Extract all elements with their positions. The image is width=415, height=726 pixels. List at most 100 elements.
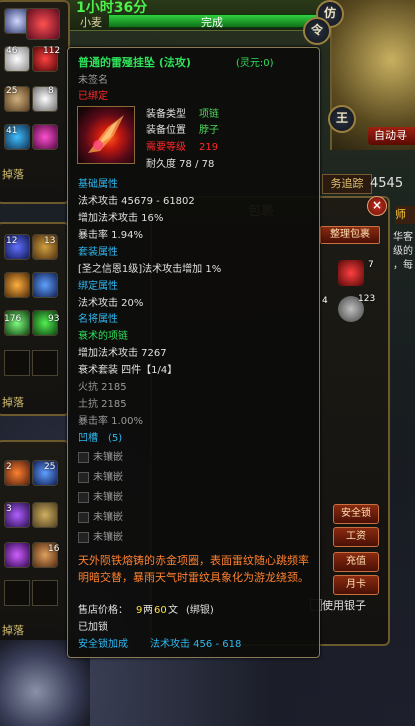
equip-pos-label: 装备位置 (146, 125, 186, 136)
price-unit-wen: 文 (168, 605, 178, 616)
set-attr-header: 套装属性 (78, 247, 118, 258)
salary-button[interactable]: 工资 (333, 527, 379, 547)
item-count: 46 (6, 46, 18, 56)
minimap-button-2[interactable]: 令 (303, 17, 331, 45)
groove-slot-icon (78, 452, 89, 463)
item-count: 25 (44, 462, 56, 472)
bind-attr: 法术攻击 20% (78, 298, 144, 309)
quest-tracker[interactable]: 1小时36分 小麦 完成 (70, 0, 330, 31)
famous-attr: 暴击率 1.00% (78, 416, 143, 427)
bag-close-button[interactable]: × (367, 196, 387, 216)
quest-name: 小麦 (80, 16, 102, 29)
base-attr: 法术攻击 45679 - 61802 (78, 196, 195, 207)
groove-header: 凹槽 (78, 433, 98, 444)
item-count: 93 (48, 314, 60, 324)
price-unit-liang: 两 (143, 605, 153, 616)
item-slot[interactable] (4, 272, 30, 298)
item-icon (77, 106, 135, 164)
drop-label: 掉落 (2, 168, 24, 181)
item-count: 13 (44, 236, 56, 246)
item-slot[interactable] (26, 8, 60, 40)
item-count: 16 (48, 544, 60, 554)
quest-progress-bar: 完成 (108, 14, 330, 29)
use-silver-label: 使用银子 (322, 599, 366, 612)
item-count: 176 (4, 314, 22, 324)
unsigned-label: 未签名 (78, 75, 108, 86)
groove-slot-icon (78, 472, 89, 483)
trace-tab[interactable]: 务追踪 (322, 174, 372, 194)
item-slot[interactable] (4, 580, 30, 606)
locked-label: 已加锁 (78, 622, 108, 633)
groove-slot: 未镶嵌 (93, 532, 123, 543)
item-slot[interactable] (32, 580, 58, 606)
item-slot[interactable] (32, 86, 58, 112)
item-description: 天外陨铁熔铸的赤金项圈，表面雷纹随心跳频率明暗交替，暴雨天气时雷纹具象化为游龙绕… (78, 554, 309, 584)
base-attr: 增加法术攻击 16% (78, 213, 164, 224)
safety-lock-button[interactable]: 安全锁 (333, 504, 379, 524)
groove-slot-icon (78, 532, 89, 543)
item-slot[interactable] (4, 542, 30, 568)
item-count: 7 (368, 260, 374, 270)
right-side-text: 级的 (393, 246, 413, 257)
coordinate-number: 4545 (370, 176, 404, 191)
item-slot[interactable] (32, 350, 58, 376)
groove-slot: 未镶嵌 (93, 452, 123, 463)
price-bind: (绑银) (186, 605, 214, 616)
item-title: 普通的雷殛挂坠 (法攻) (78, 56, 191, 69)
base-attr: 暴击率 1.94% (78, 230, 143, 241)
equip-type-label: 装备类型 (146, 109, 186, 120)
item-slot[interactable] (32, 502, 58, 528)
price-liang: 9 (136, 605, 143, 616)
quest-status: 完成 (201, 16, 223, 29)
right-tab[interactable]: 师 (395, 206, 415, 224)
bound-label: 已绑定 (78, 91, 108, 102)
famous-attr: 火抗 2185 (78, 382, 127, 393)
equip-pos-value: 脖子 (199, 125, 219, 136)
item-slot[interactable] (4, 350, 30, 376)
required-level-label: 需要等级 (146, 142, 186, 153)
set-attr: [圣之信恩1级]法术攻击增加 1% (78, 264, 222, 275)
groove-slot: 未镶嵌 (93, 512, 123, 523)
item-count: 2 (6, 462, 12, 472)
safety-lock-bonus-label: 安全锁加成 (78, 639, 128, 650)
item-slot[interactable] (32, 272, 58, 298)
price-label: 售店价格： (78, 605, 128, 616)
drop-label: 掉落 (2, 396, 24, 409)
item-slot[interactable] (32, 124, 58, 150)
item-spirit: (灵元:0) (236, 58, 274, 69)
equip-type-value: 项链 (199, 109, 219, 120)
left-item-panel-3: 2 25 3 16 掉落 (0, 440, 70, 644)
bind-attr-header: 绑定属性 (78, 281, 118, 292)
base-attr-header: 基础属性 (78, 179, 118, 190)
left-item-panel-2: 12 13 176 93 掉落 (0, 222, 70, 416)
famous-item-name: 衰术的项链 (78, 331, 128, 342)
sort-bag-button[interactable]: 整理包裹 (320, 226, 380, 244)
required-level-value: 219 (199, 142, 219, 153)
groove-slot: 未镶嵌 (93, 492, 123, 503)
drop-label: 掉落 (2, 624, 24, 637)
item-tooltip: 普通的雷殛挂坠 (法攻) (灵元:0) 未签名 已绑定 装备类型 项链 装备位置… (67, 47, 320, 658)
item-count: 112 (43, 46, 61, 56)
famous-attr: 增加法术攻击 7267 (78, 348, 167, 359)
groove-count: (5) (108, 433, 123, 444)
left-item-panel: 46 112 25 8 41 掉落 (0, 0, 70, 204)
minimap-button-3[interactable]: 王 (328, 105, 356, 133)
groove-slot-icon (78, 512, 89, 523)
famous-attr-header: 名将属性 (78, 314, 118, 325)
item-count: 41 (6, 126, 18, 136)
groove-slot: 未镶嵌 (93, 472, 123, 483)
right-side-text: 华客 (393, 232, 413, 243)
item-count: 8 (48, 86, 54, 96)
recharge-button[interactable]: 充值 (333, 552, 379, 572)
auto-path-button[interactable]: 自动寻 (368, 127, 415, 145)
item-count: 123 (358, 294, 376, 304)
bag-item[interactable] (338, 260, 364, 286)
item-count: 12 (6, 236, 18, 246)
famous-attr: 土抗 2185 (78, 399, 127, 410)
right-side-text: ，每 (393, 260, 413, 271)
item-count: 25 (6, 86, 18, 96)
durability: 耐久度 78 / 78 (146, 159, 215, 170)
safety-lock-bonus-value: 法术攻击 456 - 618 (150, 639, 242, 650)
item-count: 4 (322, 296, 328, 306)
monthly-card-button[interactable]: 月卡 (333, 575, 379, 595)
